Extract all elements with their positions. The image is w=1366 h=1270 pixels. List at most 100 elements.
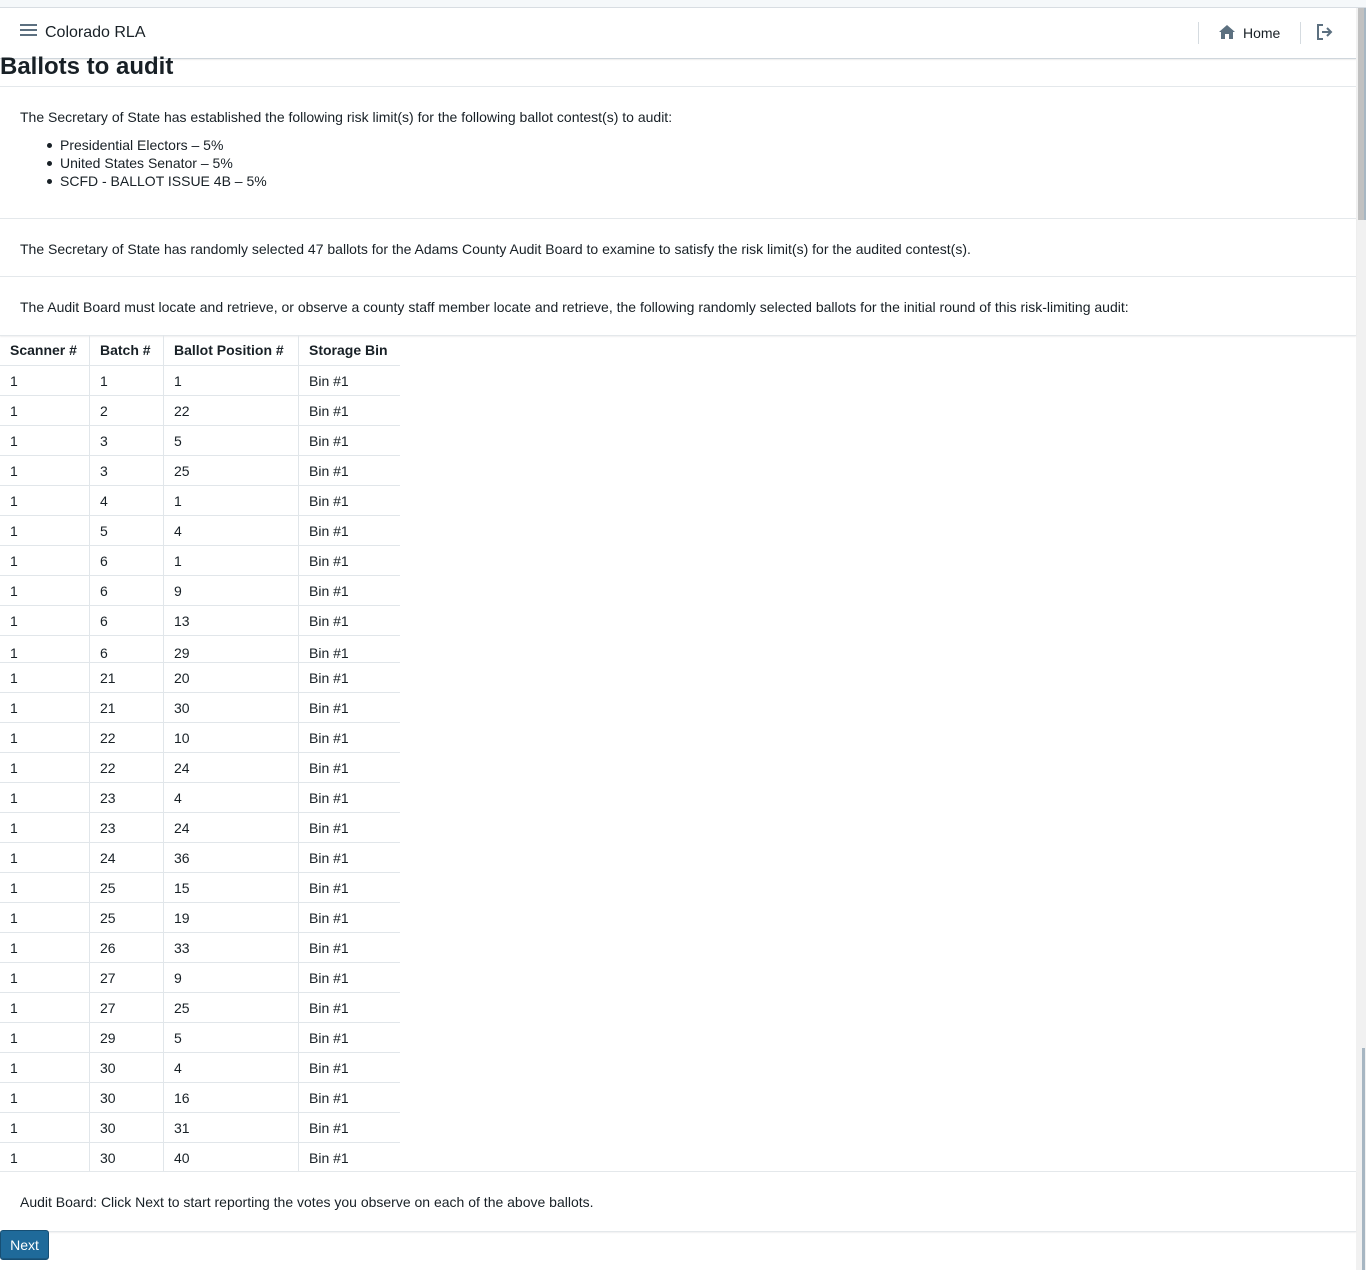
table-row: 1 5 4 Bin #1 [0,515,400,546]
table-row: 1 1 1 Bin #1 [0,365,400,396]
cell-batch: 6 [89,545,164,576]
cell-ballot-position: 33 [163,932,299,963]
cell-storage-bin: Bin #1 [298,1082,400,1113]
contest-list: Presidential Electors – 5% United States… [47,136,267,190]
cell-batch: 22 [89,752,164,783]
column-header-scanner: Scanner # [10,342,77,358]
cell-text: 6 [100,645,108,658]
selection-card: The Secretary of State has randomly sele… [0,218,1356,278]
home-icon [1218,24,1236,43]
cell-scanner: 1 [0,662,90,693]
cell-scanner: 1 [0,1142,90,1172]
cell-batch: 30 [89,1142,164,1172]
table-row: 1 6 13 Bin #1 [0,605,400,636]
cell-scanner: 1 [0,1052,90,1083]
cell-storage-bin: Bin #1 [298,692,400,723]
cell-ballot-position: 9 [163,962,299,993]
table-header-row: Scanner # Batch # Ballot Position # Stor… [0,335,400,366]
cell-ballot-position: 19 [163,902,299,933]
cell-scanner: 1 [0,365,90,396]
table-row: 1 22 24 Bin #1 [0,752,400,783]
cell-scanner: 1 [0,1112,90,1143]
cell-scanner: 1 [0,962,90,993]
cell-batch: 1 [89,365,164,396]
next-button[interactable]: Next [0,1230,49,1260]
cell-storage-bin: Bin #1 [298,662,400,693]
cell-scanner: 1 [0,635,90,663]
cell-scanner: 1 [0,515,90,546]
cell-ballot-position: 25 [163,992,299,1023]
cell-scanner: 1 [0,545,90,576]
cell-ballot-position: 4 [163,1052,299,1083]
cell-ballot-position: 5 [163,1022,299,1053]
cell-batch: 21 [89,662,164,693]
cell-storage-bin: Bin #1 [298,812,400,843]
cell-batch: 29 [89,1022,164,1053]
cell-ballot-position: 1 [163,545,299,576]
cell-ballot-position: 13 [163,605,299,636]
cell-scanner: 1 [0,1022,90,1053]
cell-batch: 30 [89,1082,164,1113]
cell-storage-bin: Bin #1 [298,365,400,396]
retrieve-card: The Audit Board must locate and retrieve… [0,276,1356,336]
cell-scanner: 1 [0,782,90,813]
selection-text: The Secretary of State has randomly sele… [20,241,971,257]
table-row: 1 29 5 Bin #1 [0,1022,400,1053]
cell-ballot-position: 9 [163,575,299,606]
cell-scanner: 1 [0,485,90,516]
contest-item: United States Senator – 5% [47,154,267,172]
retrieve-text: The Audit Board must locate and retrieve… [20,299,1129,315]
cell-storage-bin: Bin #1 [298,872,400,903]
home-button[interactable]: Home [1218,22,1280,44]
column-header-ballot-position: Ballot Position # [163,335,299,366]
cell-scanner: 1 [0,812,90,843]
cell-batch: 6 [89,605,164,636]
cell-batch: 27 [89,962,164,993]
cell-storage-bin: Bin #1 [298,1112,400,1143]
home-label: Home [1243,25,1281,41]
app-title: Colorado RLA [45,24,146,41]
column-header-storage-bin: Storage Bin [298,335,400,366]
table-row: 1 22 10 Bin #1 [0,722,400,753]
cell-batch: 24 [89,842,164,873]
risk-limits-intro: The Secretary of State has established t… [20,109,673,125]
cell-ballot-position: 29 [163,635,299,663]
hamburger-menu-icon[interactable] [20,23,37,37]
table-row: 1 30 4 Bin #1 [0,1052,400,1083]
cell-ballot-position: 4 [163,515,299,546]
cell-storage-bin: Bin #1 [298,722,400,753]
top-navbar: Colorado RLA Home [0,8,1356,59]
cell-scanner: 1 [0,932,90,963]
cell-ballot-position: 25 [163,455,299,486]
cell-scanner: 1 [0,692,90,723]
cell-ballot-position: 5 [163,425,299,456]
table-row: 1 3 5 Bin #1 [0,425,400,456]
cell-storage-bin: Bin #1 [298,575,400,606]
cell-storage-bin: Bin #1 [298,842,400,873]
cell-ballot-position: 24 [163,812,299,843]
table-body: 1 1 1 Bin #1 1 2 22 Bin #1 1 3 5 Bin #1 1 3 25 Bin #1 1 4… [0,365,400,1172]
cell-scanner: 1 [0,395,90,426]
cell-ballot-position: 20 [163,662,299,693]
ballot-table: Scanner # Batch # Ballot Position # Stor… [0,335,400,1172]
footer-card: Audit Board: Click Next to start reporti… [0,1171,1356,1232]
cell-batch: 22 [89,722,164,753]
table-row: 1 6 9 Bin #1 [0,575,400,606]
table-row: 1 21 20 Bin #1 [0,662,400,693]
cell-scanner: 1 [0,605,90,636]
cell-batch: 26 [89,932,164,963]
cell-text: 1 [10,645,18,658]
table-row: 1 30 16 Bin #1 [0,1082,400,1113]
cell-ballot-position: 15 [163,872,299,903]
table-row: 1 27 9 Bin #1 [0,962,400,993]
cell-storage-bin: Bin #1 [298,782,400,813]
table-row: 1 3 25 Bin #1 [0,455,400,486]
cell-storage-bin: Bin #1 [298,1052,400,1083]
log-out-icon[interactable] [1316,23,1334,44]
navbar-divider [1300,22,1301,44]
scrollbar-thumb[interactable] [1358,8,1366,220]
contest-item: Presidential Electors – 5% [47,136,267,154]
table-row: 1 25 19 Bin #1 [0,902,400,933]
cell-batch: 6 [89,635,164,663]
cell-scanner: 1 [0,992,90,1023]
